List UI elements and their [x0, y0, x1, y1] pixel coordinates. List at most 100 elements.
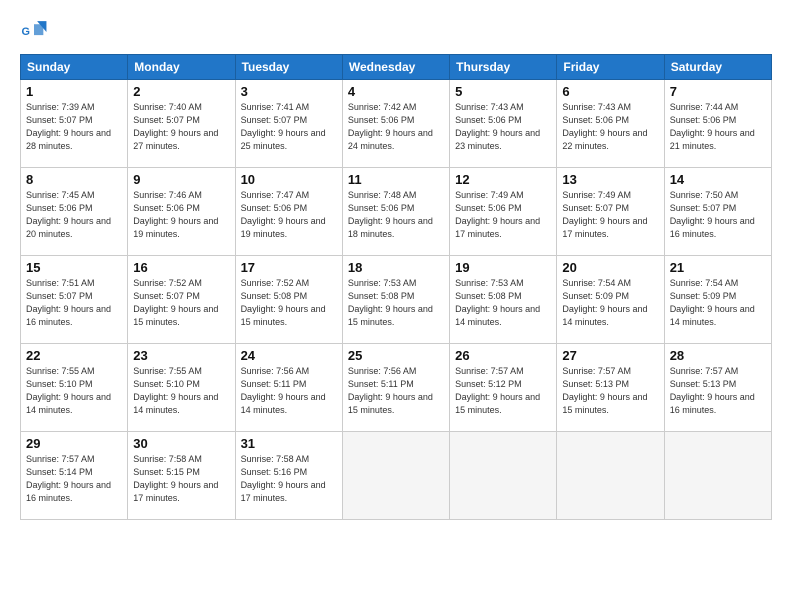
day-detail: Sunrise: 7:51 AMSunset: 5:07 PMDaylight:…	[26, 277, 122, 329]
day-detail: Sunrise: 7:46 AMSunset: 5:06 PMDaylight:…	[133, 189, 229, 241]
calendar-day-5: 5 Sunrise: 7:43 AMSunset: 5:06 PMDayligh…	[450, 80, 557, 168]
day-detail: Sunrise: 7:56 AMSunset: 5:11 PMDaylight:…	[241, 365, 337, 417]
calendar-day-23: 23 Sunrise: 7:55 AMSunset: 5:10 PMDaylig…	[128, 344, 235, 432]
empty-cell	[342, 432, 449, 520]
weekday-header-wednesday: Wednesday	[342, 55, 449, 80]
day-detail: Sunrise: 7:57 AMSunset: 5:12 PMDaylight:…	[455, 365, 551, 417]
calendar-day-24: 24 Sunrise: 7:56 AMSunset: 5:11 PMDaylig…	[235, 344, 342, 432]
day-number: 21	[670, 260, 766, 275]
logo-icon: G	[20, 18, 48, 46]
calendar-day-16: 16 Sunrise: 7:52 AMSunset: 5:07 PMDaylig…	[128, 256, 235, 344]
weekday-header-monday: Monday	[128, 55, 235, 80]
day-detail: Sunrise: 7:43 AMSunset: 5:06 PMDaylight:…	[455, 101, 551, 153]
day-detail: Sunrise: 7:57 AMSunset: 5:13 PMDaylight:…	[670, 365, 766, 417]
day-detail: Sunrise: 7:41 AMSunset: 5:07 PMDaylight:…	[241, 101, 337, 153]
day-detail: Sunrise: 7:49 AMSunset: 5:06 PMDaylight:…	[455, 189, 551, 241]
weekday-header-tuesday: Tuesday	[235, 55, 342, 80]
calendar-day-10: 10 Sunrise: 7:47 AMSunset: 5:06 PMDaylig…	[235, 168, 342, 256]
calendar-day-18: 18 Sunrise: 7:53 AMSunset: 5:08 PMDaylig…	[342, 256, 449, 344]
calendar-day-2: 2 Sunrise: 7:40 AMSunset: 5:07 PMDayligh…	[128, 80, 235, 168]
day-number: 27	[562, 348, 658, 363]
day-detail: Sunrise: 7:44 AMSunset: 5:06 PMDaylight:…	[670, 101, 766, 153]
day-detail: Sunrise: 7:54 AMSunset: 5:09 PMDaylight:…	[562, 277, 658, 329]
calendar-day-19: 19 Sunrise: 7:53 AMSunset: 5:08 PMDaylig…	[450, 256, 557, 344]
day-number: 24	[241, 348, 337, 363]
day-number: 31	[241, 436, 337, 451]
day-number: 10	[241, 172, 337, 187]
day-number: 28	[670, 348, 766, 363]
calendar-day-25: 25 Sunrise: 7:56 AMSunset: 5:11 PMDaylig…	[342, 344, 449, 432]
day-detail: Sunrise: 7:58 AMSunset: 5:15 PMDaylight:…	[133, 453, 229, 505]
day-number: 19	[455, 260, 551, 275]
day-number: 29	[26, 436, 122, 451]
day-number: 6	[562, 84, 658, 99]
day-detail: Sunrise: 7:43 AMSunset: 5:06 PMDaylight:…	[562, 101, 658, 153]
day-number: 22	[26, 348, 122, 363]
day-detail: Sunrise: 7:55 AMSunset: 5:10 PMDaylight:…	[133, 365, 229, 417]
day-detail: Sunrise: 7:42 AMSunset: 5:06 PMDaylight:…	[348, 101, 444, 153]
calendar-day-31: 31 Sunrise: 7:58 AMSunset: 5:16 PMDaylig…	[235, 432, 342, 520]
day-number: 17	[241, 260, 337, 275]
day-number: 26	[455, 348, 551, 363]
day-number: 18	[348, 260, 444, 275]
day-detail: Sunrise: 7:50 AMSunset: 5:07 PMDaylight:…	[670, 189, 766, 241]
day-detail: Sunrise: 7:40 AMSunset: 5:07 PMDaylight:…	[133, 101, 229, 153]
day-number: 4	[348, 84, 444, 99]
calendar-day-4: 4 Sunrise: 7:42 AMSunset: 5:06 PMDayligh…	[342, 80, 449, 168]
calendar-day-1: 1 Sunrise: 7:39 AMSunset: 5:07 PMDayligh…	[21, 80, 128, 168]
calendar-day-8: 8 Sunrise: 7:45 AMSunset: 5:06 PMDayligh…	[21, 168, 128, 256]
day-detail: Sunrise: 7:55 AMSunset: 5:10 PMDaylight:…	[26, 365, 122, 417]
weekday-header-saturday: Saturday	[664, 55, 771, 80]
day-number: 3	[241, 84, 337, 99]
calendar-day-11: 11 Sunrise: 7:48 AMSunset: 5:06 PMDaylig…	[342, 168, 449, 256]
calendar-day-3: 3 Sunrise: 7:41 AMSunset: 5:07 PMDayligh…	[235, 80, 342, 168]
day-detail: Sunrise: 7:57 AMSunset: 5:14 PMDaylight:…	[26, 453, 122, 505]
calendar-day-20: 20 Sunrise: 7:54 AMSunset: 5:09 PMDaylig…	[557, 256, 664, 344]
empty-cell	[450, 432, 557, 520]
day-detail: Sunrise: 7:52 AMSunset: 5:08 PMDaylight:…	[241, 277, 337, 329]
day-detail: Sunrise: 7:45 AMSunset: 5:06 PMDaylight:…	[26, 189, 122, 241]
day-detail: Sunrise: 7:49 AMSunset: 5:07 PMDaylight:…	[562, 189, 658, 241]
day-number: 8	[26, 172, 122, 187]
calendar-day-29: 29 Sunrise: 7:57 AMSunset: 5:14 PMDaylig…	[21, 432, 128, 520]
day-number: 1	[26, 84, 122, 99]
day-detail: Sunrise: 7:58 AMSunset: 5:16 PMDaylight:…	[241, 453, 337, 505]
day-number: 25	[348, 348, 444, 363]
calendar-day-30: 30 Sunrise: 7:58 AMSunset: 5:15 PMDaylig…	[128, 432, 235, 520]
day-number: 12	[455, 172, 551, 187]
weekday-header-thursday: Thursday	[450, 55, 557, 80]
calendar-day-15: 15 Sunrise: 7:51 AMSunset: 5:07 PMDaylig…	[21, 256, 128, 344]
calendar-table: SundayMondayTuesdayWednesdayThursdayFrid…	[20, 54, 772, 520]
day-number: 15	[26, 260, 122, 275]
day-detail: Sunrise: 7:53 AMSunset: 5:08 PMDaylight:…	[455, 277, 551, 329]
calendar-day-27: 27 Sunrise: 7:57 AMSunset: 5:13 PMDaylig…	[557, 344, 664, 432]
calendar-day-14: 14 Sunrise: 7:50 AMSunset: 5:07 PMDaylig…	[664, 168, 771, 256]
weekday-header-sunday: Sunday	[21, 55, 128, 80]
day-number: 5	[455, 84, 551, 99]
day-number: 16	[133, 260, 229, 275]
empty-cell	[664, 432, 771, 520]
calendar-day-26: 26 Sunrise: 7:57 AMSunset: 5:12 PMDaylig…	[450, 344, 557, 432]
day-number: 2	[133, 84, 229, 99]
day-number: 30	[133, 436, 229, 451]
logo: G	[20, 18, 52, 46]
day-number: 11	[348, 172, 444, 187]
calendar-day-17: 17 Sunrise: 7:52 AMSunset: 5:08 PMDaylig…	[235, 256, 342, 344]
day-detail: Sunrise: 7:48 AMSunset: 5:06 PMDaylight:…	[348, 189, 444, 241]
calendar-day-28: 28 Sunrise: 7:57 AMSunset: 5:13 PMDaylig…	[664, 344, 771, 432]
day-number: 14	[670, 172, 766, 187]
empty-cell	[557, 432, 664, 520]
calendar-day-6: 6 Sunrise: 7:43 AMSunset: 5:06 PMDayligh…	[557, 80, 664, 168]
day-detail: Sunrise: 7:52 AMSunset: 5:07 PMDaylight:…	[133, 277, 229, 329]
day-detail: Sunrise: 7:54 AMSunset: 5:09 PMDaylight:…	[670, 277, 766, 329]
day-number: 23	[133, 348, 229, 363]
day-number: 13	[562, 172, 658, 187]
day-number: 9	[133, 172, 229, 187]
day-detail: Sunrise: 7:47 AMSunset: 5:06 PMDaylight:…	[241, 189, 337, 241]
calendar-day-21: 21 Sunrise: 7:54 AMSunset: 5:09 PMDaylig…	[664, 256, 771, 344]
day-number: 7	[670, 84, 766, 99]
weekday-header-friday: Friday	[557, 55, 664, 80]
calendar-day-22: 22 Sunrise: 7:55 AMSunset: 5:10 PMDaylig…	[21, 344, 128, 432]
day-number: 20	[562, 260, 658, 275]
svg-text:G: G	[22, 26, 30, 38]
